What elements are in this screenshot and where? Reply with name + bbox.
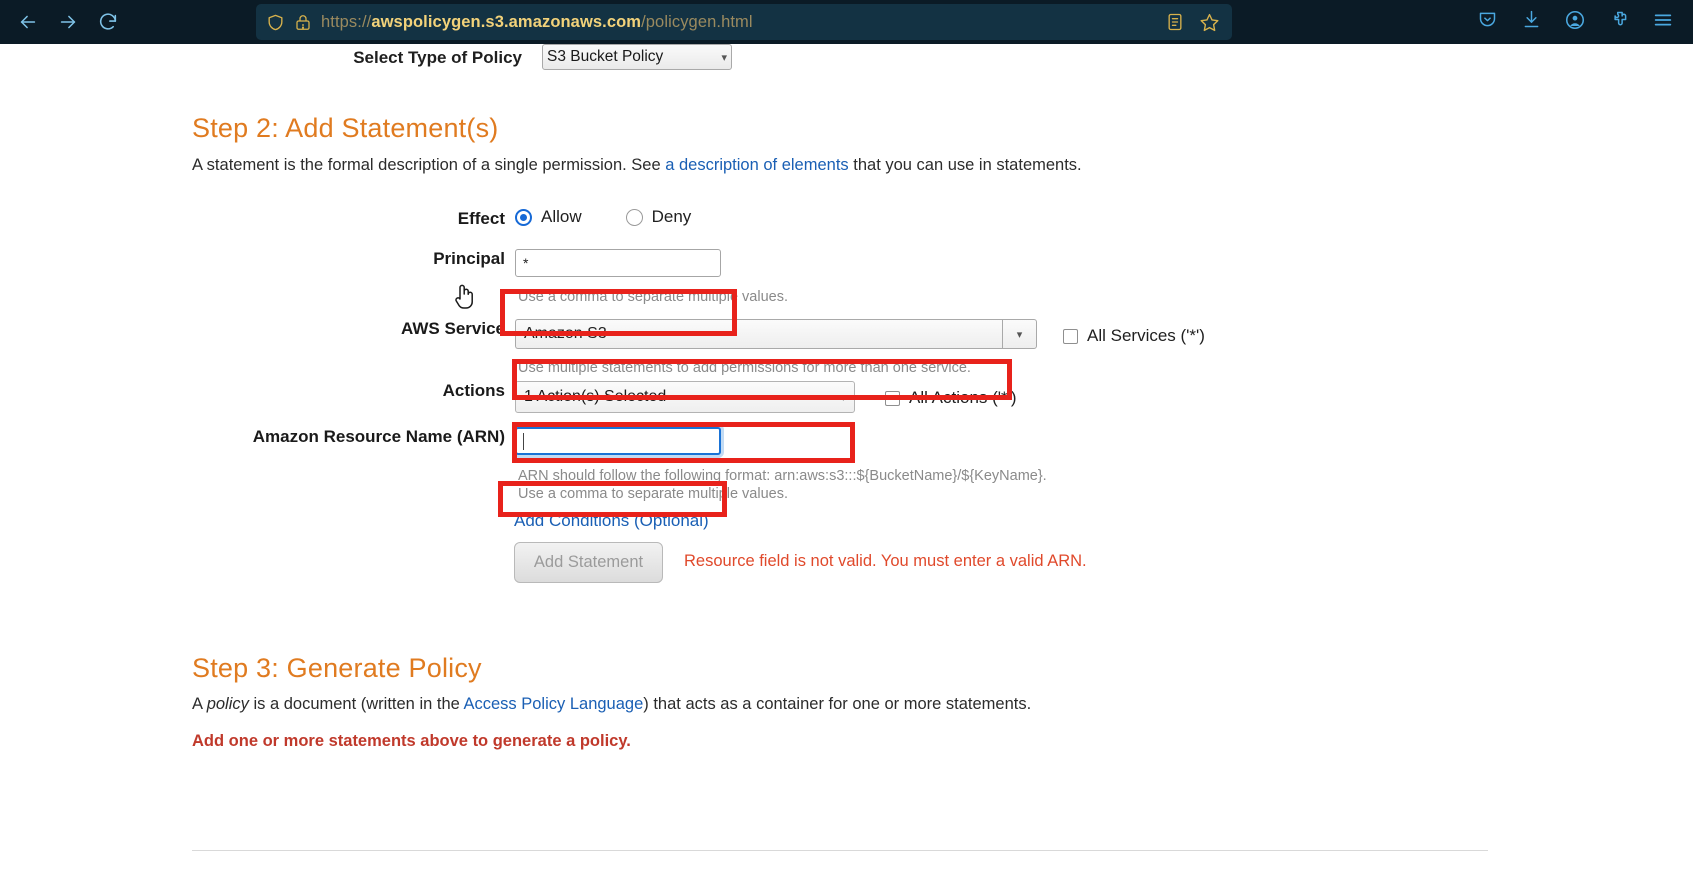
- reader-view-icon[interactable]: [1158, 5, 1192, 39]
- access-policy-language-link[interactable]: Access Policy Language: [463, 695, 643, 713]
- extensions-icon: [1609, 9, 1630, 35]
- address-bar[interactable]: https://awspolicygen.s3.amazonaws.com/po…: [256, 4, 1232, 40]
- checkbox-all-services-icon[interactable]: [1063, 329, 1078, 344]
- step3-title: Step 3: Generate Policy: [192, 653, 482, 684]
- actions-row: Actions 1 Action(s) Selected ▾: [0, 381, 1693, 413]
- chevron-down-icon: ▾: [840, 391, 846, 404]
- policy-generator-page: Select Type of Policy S3 Bucket Policy ▾…: [0, 44, 1693, 894]
- horizontal-divider: [192, 850, 1488, 851]
- account-icon: [1564, 9, 1586, 36]
- step3-description: A policy is a document (written in the A…: [192, 695, 1031, 714]
- back-arrow-icon: [17, 11, 39, 33]
- step3-desc-c: ) that acts as a container for one or mo…: [643, 695, 1031, 713]
- actions-label: Actions: [0, 381, 505, 401]
- aws-service-dropdown-button[interactable]: ▾: [1002, 319, 1037, 349]
- all-actions-label: All Actions ('*'): [909, 388, 1017, 408]
- url-domain: awspolicygen.s3.amazonaws.com: [371, 13, 641, 31]
- aws-service-label: AWS Service: [0, 319, 505, 339]
- policy-type-label: Select Type of Policy: [0, 44, 522, 68]
- aws-service-hint: Use multiple statements to add permissio…: [518, 360, 971, 376]
- arn-row: Amazon Resource Name (ARN): [0, 427, 1693, 455]
- actions-select[interactable]: 1 Action(s) Selected ▾: [515, 381, 855, 413]
- browser-toolbar: https://awspolicygen.s3.amazonaws.com/po…: [0, 0, 1693, 44]
- all-services-checkbox-wrap: All Services ('*'): [1063, 326, 1205, 346]
- lock-warning-icon[interactable]: [294, 13, 312, 32]
- extensions-button[interactable]: [1597, 0, 1641, 44]
- all-actions-checkbox-wrap: All Actions ('*'): [885, 388, 1017, 408]
- description-of-elements-link[interactable]: a description of elements: [665, 156, 848, 174]
- effect-deny-label: Deny: [652, 207, 692, 227]
- effect-radio-group: Allow Deny: [515, 207, 735, 227]
- step3-desc-b: is a document (written in the: [249, 695, 464, 713]
- checkbox-all-actions-icon[interactable]: [885, 391, 900, 406]
- effect-allow-option[interactable]: Allow: [515, 207, 582, 227]
- chevron-down-icon: ▾: [1017, 328, 1023, 341]
- arn-input[interactable]: [515, 427, 721, 455]
- principal-hint: Use a comma to separate multiple values.: [518, 289, 788, 305]
- all-services-option[interactable]: All Services ('*'): [1063, 326, 1205, 346]
- star-bookmark-icon[interactable]: [1192, 5, 1226, 39]
- mouse-cursor-pointer-icon: [452, 280, 478, 317]
- reload-button[interactable]: [88, 2, 128, 42]
- url-path: /policygen.html: [641, 13, 753, 31]
- policy-emphasis: policy: [207, 695, 249, 713]
- arn-comma-hint: Use a comma to separate multiple values.: [518, 486, 788, 502]
- aws-service-row: AWS Service Amazon S3 ▾: [0, 319, 1693, 349]
- url-text: https://awspolicygen.s3.amazonaws.com/po…: [321, 13, 753, 32]
- url-scheme: https://: [321, 13, 371, 31]
- resource-error-message: Resource field is not valid. You must en…: [684, 552, 1087, 571]
- principal-row: Principal *: [0, 249, 1693, 277]
- downloads-button[interactable]: [1509, 0, 1553, 44]
- forward-button[interactable]: [48, 2, 88, 42]
- step2-desc-before: A statement is the formal description of…: [192, 156, 665, 174]
- pocket-button[interactable]: [1465, 0, 1509, 44]
- hamburger-menu-icon: [1652, 9, 1674, 36]
- add-statement-button[interactable]: Add Statement: [514, 542, 663, 583]
- effect-allow-label: Allow: [541, 207, 582, 227]
- radio-deny-icon[interactable]: [626, 209, 643, 226]
- effect-label: Effect: [0, 207, 505, 229]
- policy-type-select[interactable]: S3 Bucket Policy ▾: [542, 44, 732, 70]
- all-actions-option[interactable]: All Actions ('*'): [885, 388, 1017, 408]
- effect-deny-option[interactable]: Deny: [626, 207, 692, 227]
- account-button[interactable]: [1553, 0, 1597, 44]
- principal-input[interactable]: *: [515, 249, 721, 277]
- arn-label: Amazon Resource Name (ARN): [0, 427, 505, 447]
- arn-format-hint: ARN should follow the following format: …: [518, 468, 1047, 484]
- menu-button[interactable]: [1641, 0, 1685, 44]
- pocket-icon: [1477, 9, 1498, 35]
- actions-value: 1 Action(s) Selected: [524, 388, 666, 406]
- back-button[interactable]: [8, 2, 48, 42]
- all-services-label: All Services ('*'): [1087, 326, 1205, 346]
- policy-type-row: Select Type of Policy S3 Bucket Policy ▾: [0, 44, 1693, 70]
- policy-type-value: S3 Bucket Policy: [547, 48, 663, 66]
- step2-title: Step 2: Add Statement(s): [192, 113, 498, 144]
- step3-desc-a: A: [192, 695, 207, 713]
- downloads-icon: [1521, 9, 1542, 35]
- aws-service-select[interactable]: Amazon S3: [515, 319, 1002, 349]
- reload-icon: [97, 11, 119, 33]
- forward-arrow-icon: [57, 11, 79, 33]
- add-conditions-link[interactable]: Add Conditions (Optional): [514, 511, 709, 531]
- step3-warning: Add one or more statements above to gene…: [192, 732, 631, 751]
- step2-description: A statement is the formal description of…: [192, 156, 1082, 175]
- principal-label: Principal: [0, 249, 505, 269]
- text-caret: [523, 433, 524, 450]
- radio-allow-icon[interactable]: [515, 209, 532, 226]
- shield-icon[interactable]: [266, 13, 285, 32]
- chevron-down-icon: ▾: [721, 51, 727, 64]
- step2-desc-after: that you can use in statements.: [849, 156, 1082, 174]
- effect-row: Effect Allow Deny: [0, 207, 1693, 229]
